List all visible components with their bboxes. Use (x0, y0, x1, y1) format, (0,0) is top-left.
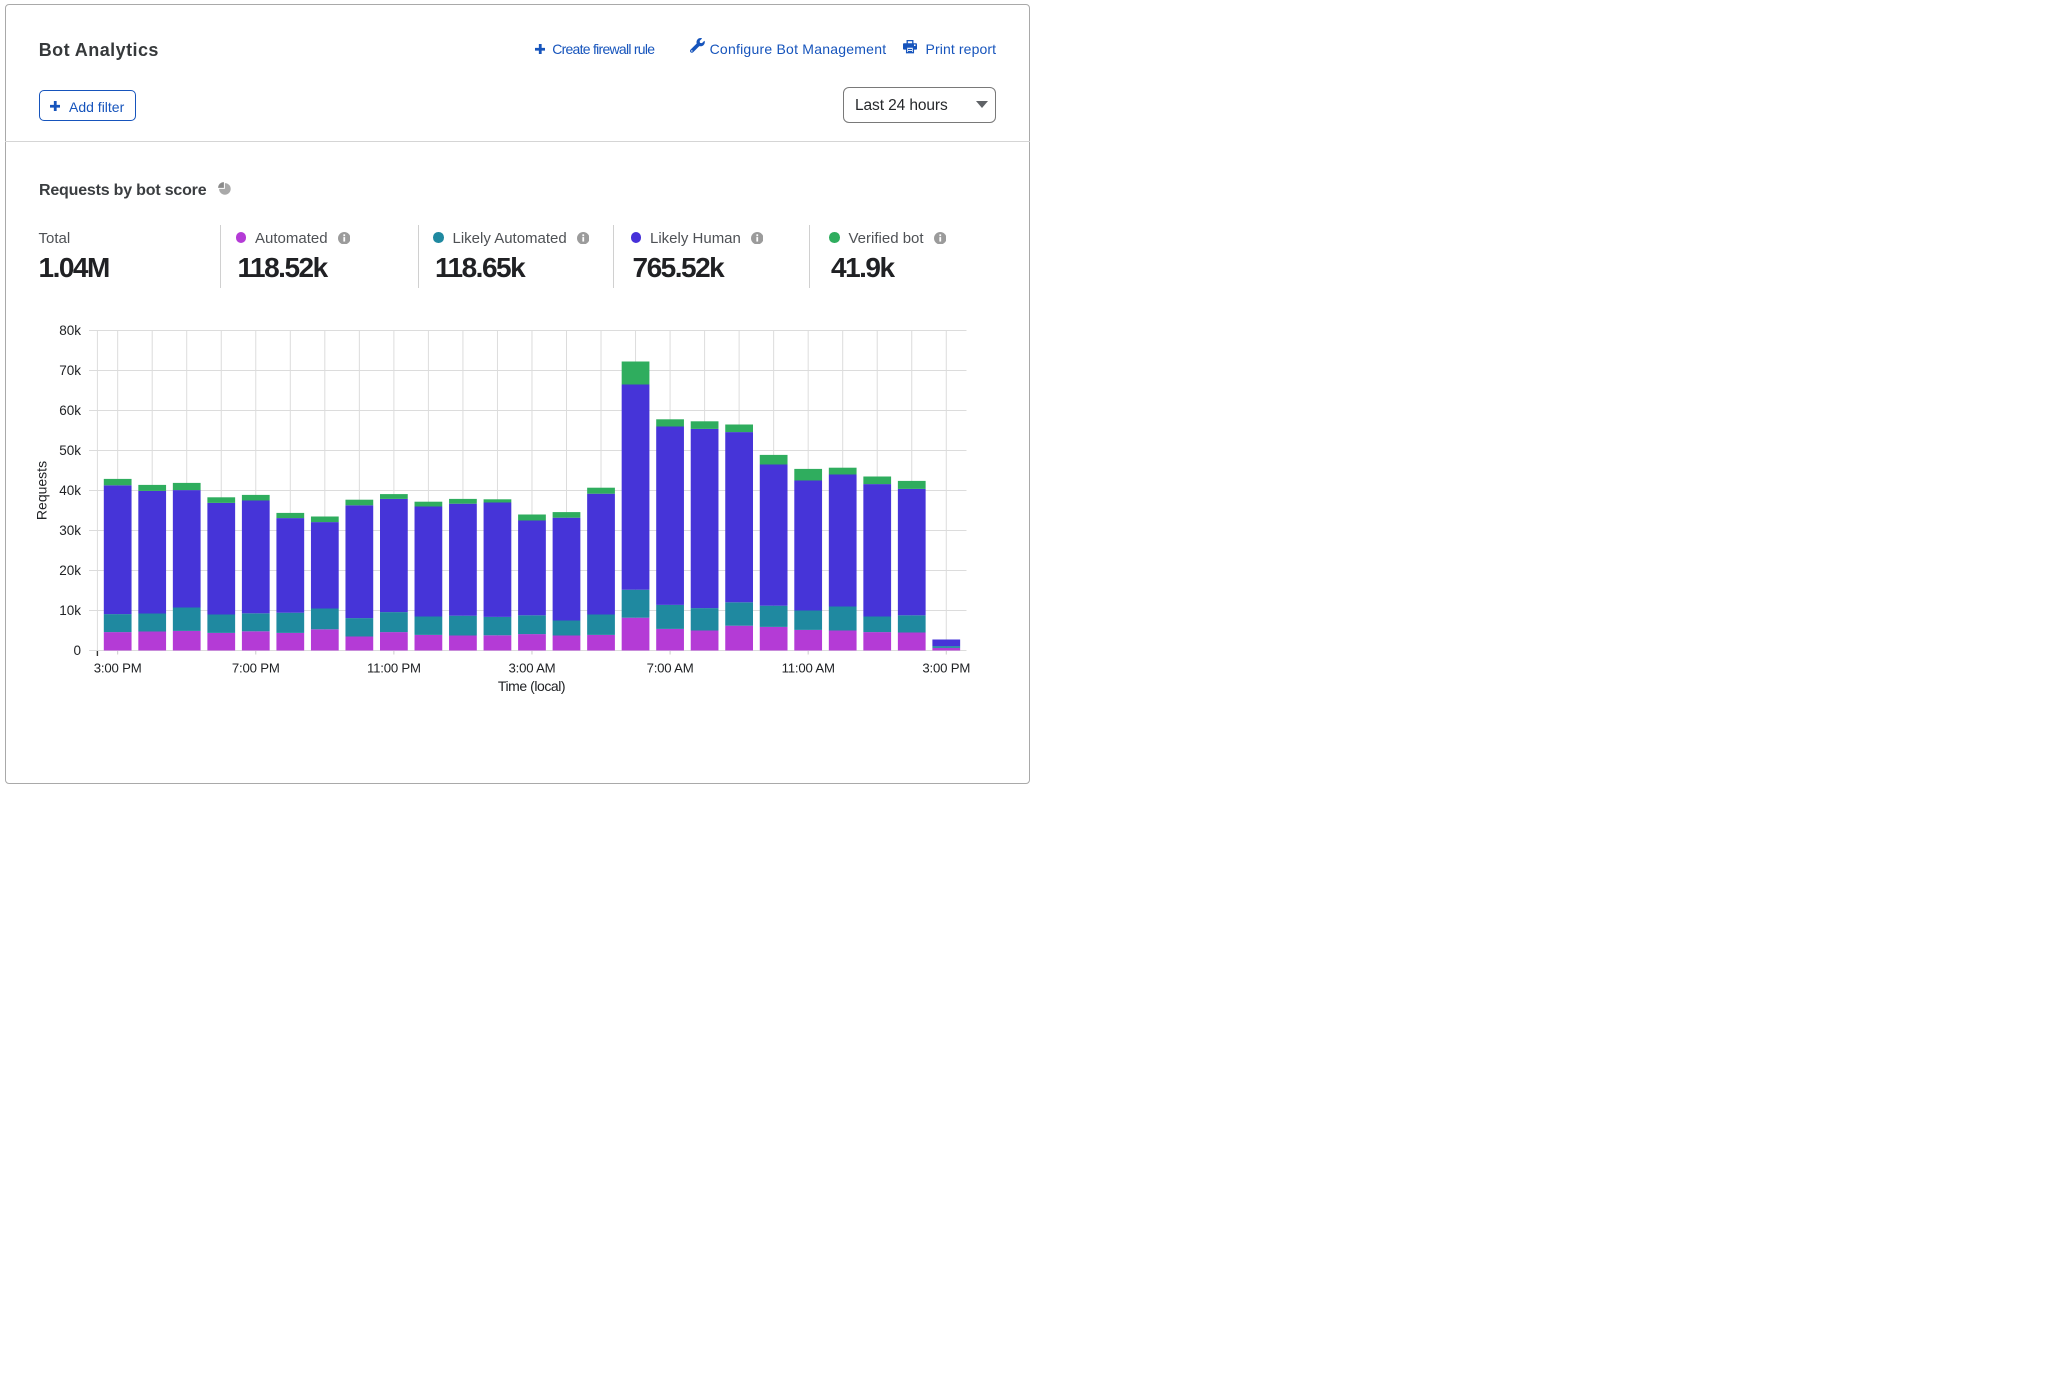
svg-text:7:00 PM: 7:00 PM (232, 661, 280, 676)
svg-text:3:00 PM: 3:00 PM (922, 661, 970, 676)
svg-text:Requests: Requests (34, 461, 50, 520)
svg-text:30k: 30k (59, 523, 81, 538)
svg-text:80k: 80k (59, 323, 81, 338)
svg-text:11:00 PM: 11:00 PM (367, 661, 421, 676)
svg-text:3:00 AM: 3:00 AM (508, 661, 555, 676)
svg-text:60k: 60k (59, 403, 81, 418)
svg-text:Time (local): Time (local) (498, 678, 565, 694)
svg-text:70k: 70k (59, 363, 81, 378)
svg-text:10k: 10k (59, 603, 81, 618)
svg-text:0: 0 (73, 643, 81, 658)
svg-text:3:00 PM: 3:00 PM (94, 661, 142, 676)
svg-text:20k: 20k (59, 563, 81, 578)
svg-text:50k: 50k (59, 443, 81, 458)
svg-text:40k: 40k (59, 483, 81, 498)
svg-text:11:00 AM: 11:00 AM (782, 661, 835, 676)
svg-text:7:00 AM: 7:00 AM (647, 661, 694, 676)
